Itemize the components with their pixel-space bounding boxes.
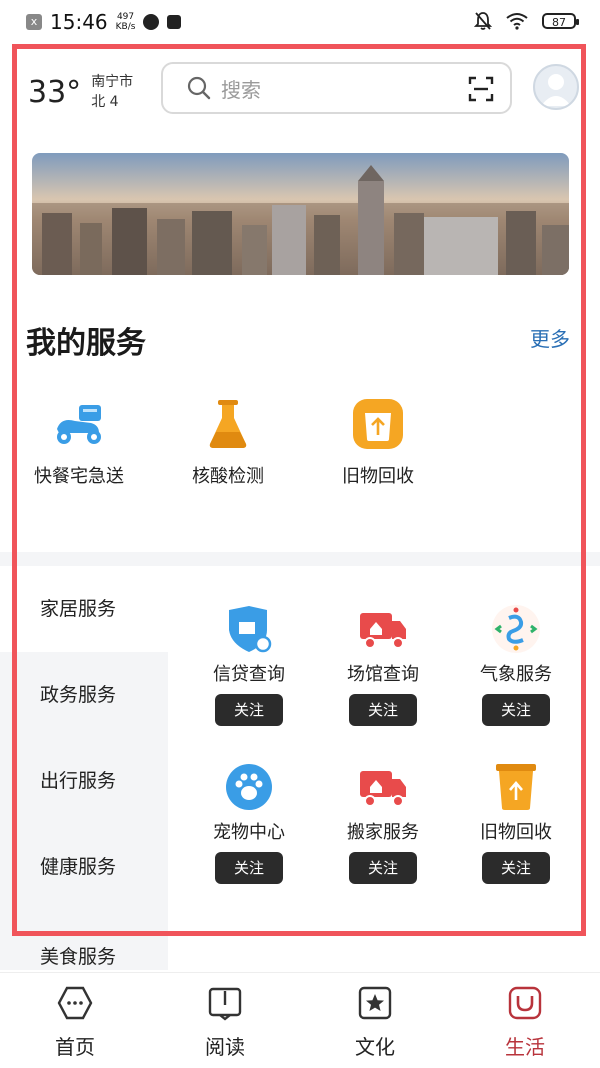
- user-avatar-icon: [541, 74, 571, 106]
- city-name: 南宁市: [91, 74, 134, 90]
- search-bar[interactable]: 搜索: [161, 62, 512, 114]
- recycle-icon: [350, 396, 406, 452]
- notification-x-icon: x: [26, 14, 42, 30]
- temperature: 33°: [28, 74, 82, 110]
- service-nucleic-test[interactable]: 核酸检测: [163, 396, 293, 488]
- network-speed: 497 KB/s: [116, 12, 136, 32]
- delivery-scooter-icon: [51, 396, 107, 452]
- follow-button[interactable]: 关注: [215, 694, 283, 726]
- grid-label: 旧物回收: [480, 822, 552, 843]
- more-link[interactable]: 更多: [530, 323, 570, 352]
- home-icon: [57, 986, 93, 1020]
- grid-item-venue[interactable]: 场馆查询 关注: [318, 604, 448, 726]
- scan-icon[interactable]: [468, 76, 494, 102]
- follow-button[interactable]: 关注: [349, 694, 417, 726]
- network-speed-value: 497: [116, 12, 135, 22]
- follow-button[interactable]: 关注: [482, 852, 550, 884]
- grid-label: 场馆查询: [347, 664, 419, 685]
- grid-label: 气象服务: [480, 664, 552, 685]
- grid-item-credit[interactable]: 信贷查询 关注: [184, 604, 314, 726]
- status-bar: x 15:46 497 KB/s 87: [0, 0, 600, 46]
- category-travel[interactable]: 出行服务: [0, 738, 168, 824]
- bottom-navigation: 首页 阅读 文化 生活: [0, 972, 600, 1068]
- service-recycle[interactable]: 旧物回收: [313, 396, 443, 488]
- network-speed-unit: KB/s: [115, 22, 136, 32]
- follow-button[interactable]: 关注: [349, 852, 417, 884]
- app-notification-square-icon: [167, 15, 182, 29]
- section-divider: [0, 552, 600, 566]
- search-placeholder: 搜索: [221, 77, 261, 102]
- grid-item-moving[interactable]: 搬家服务 关注: [318, 762, 448, 884]
- nav-label: 文化: [355, 1035, 395, 1059]
- category-health[interactable]: 健康服务: [0, 824, 168, 910]
- skyline-illustration: [32, 165, 569, 275]
- follow-button[interactable]: 关注: [215, 852, 283, 884]
- nav-culture[interactable]: 文化: [325, 985, 425, 1060]
- test-flask-icon: [200, 396, 256, 452]
- nav-label: 阅读: [205, 1035, 245, 1059]
- credit-shield-icon: [224, 604, 274, 654]
- grid-item-weather[interactable]: 气象服务 关注: [451, 604, 581, 726]
- weather-logo-icon: [491, 604, 541, 654]
- city-banner-image[interactable]: [32, 153, 569, 275]
- grid-label: 信贷查询: [213, 664, 285, 685]
- follow-button[interactable]: 关注: [482, 694, 550, 726]
- status-time: 15:46: [50, 10, 108, 34]
- grid-item-recycle[interactable]: 旧物回收 关注: [451, 762, 581, 884]
- wifi-icon: [506, 13, 528, 30]
- grid-item-pet[interactable]: 宠物中心 关注: [184, 762, 314, 884]
- category-sidebar: 家居服务 政务服务 出行服务 健康服务 美食服务: [0, 566, 168, 970]
- book-icon: [208, 987, 242, 1021]
- grid-label: 宠物中心: [213, 822, 285, 843]
- nav-life[interactable]: 生活: [475, 985, 575, 1060]
- mute-bell-icon: [474, 12, 492, 30]
- category-home[interactable]: 家居服务: [0, 566, 168, 652]
- life-icon: [508, 986, 542, 1020]
- service-label: 核酸检测: [192, 466, 264, 487]
- truck-icon: [358, 604, 408, 654]
- service-label: 旧物回收: [342, 466, 414, 487]
- nav-label: 生活: [505, 1035, 545, 1059]
- avatar[interactable]: [533, 64, 579, 110]
- service-label: 快餐宅急送: [34, 466, 124, 487]
- battery-indicator: 87: [542, 13, 579, 29]
- wind-info: 北 4: [91, 94, 119, 110]
- grid-label: 搬家服务: [347, 822, 419, 843]
- truck-icon: [358, 762, 408, 812]
- weather-widget[interactable]: 33° 南宁市 北 4: [28, 72, 133, 112]
- star-icon: [358, 986, 392, 1020]
- nav-reading[interactable]: 阅读: [175, 985, 275, 1060]
- paw-icon: [224, 762, 274, 812]
- nav-home[interactable]: 首页: [25, 985, 125, 1060]
- recycle-bin-icon: [491, 762, 541, 812]
- nav-label: 首页: [55, 1035, 95, 1059]
- category-government[interactable]: 政务服务: [0, 652, 168, 738]
- my-services-title: 我的服务: [26, 326, 146, 361]
- service-delivery[interactable]: 快餐宅急送: [14, 396, 144, 488]
- search-icon: [187, 76, 211, 100]
- app-notification-icon: [143, 14, 160, 30]
